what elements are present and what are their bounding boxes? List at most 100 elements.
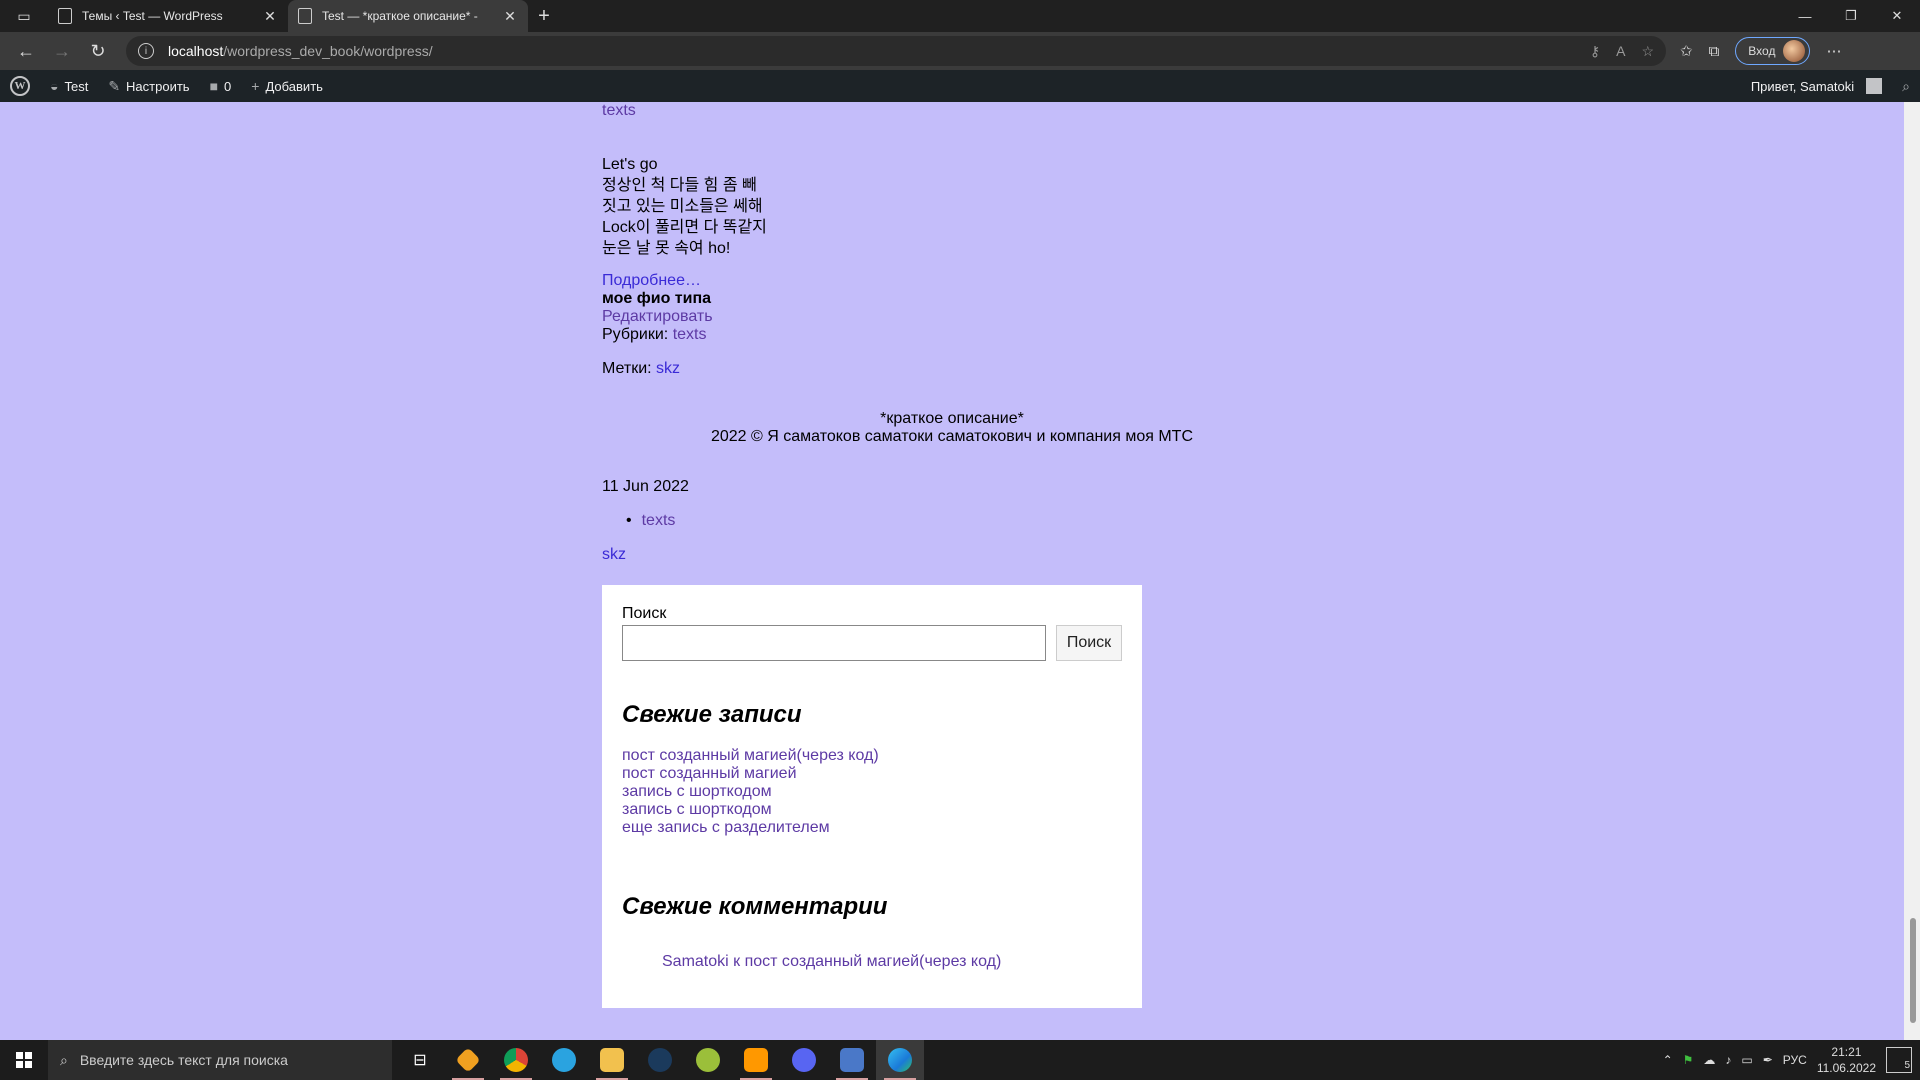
taskbar-apps: ⊟: [396, 1040, 924, 1080]
telegram-icon[interactable]: [540, 1040, 588, 1080]
tab-themes[interactable]: Темы ‹ Test — WordPress ✕: [48, 0, 288, 32]
recent-post-link[interactable]: запись с шорткодом: [622, 801, 772, 818]
recent-posts-list: пост созданный магией(через код) пост со…: [622, 747, 1122, 837]
wordpress-logo-icon: W: [10, 76, 30, 96]
comments-link[interactable]: ■ 0: [200, 70, 242, 102]
category-list-link[interactable]: texts: [642, 512, 676, 529]
chrome-icon[interactable]: [492, 1040, 540, 1080]
url-path: /wordpress_dev_book/wordpress/: [223, 43, 433, 59]
more-icon[interactable]: ⋯: [1826, 42, 1841, 60]
customize-link[interactable]: ✎ Настроить: [98, 70, 199, 102]
site-name-menu[interactable]: ◒ Test: [40, 70, 98, 102]
browser-toolbar: ← → ↻ i localhost/wordpress_dev_book/wor…: [0, 32, 1920, 70]
close-window-icon[interactable]: ✕: [1874, 0, 1920, 32]
close-icon[interactable]: ✕: [262, 8, 278, 25]
flag-icon[interactable]: ⚑: [1683, 1053, 1694, 1067]
comment-post-link[interactable]: пост созданный магией(через код): [745, 953, 1002, 970]
wp-admin-bar: W ◒ Test ✎ Настроить ■ 0 + Добавить Прив…: [0, 70, 1920, 102]
close-icon[interactable]: ✕: [502, 8, 518, 25]
restore-icon[interactable]: ❐: [1828, 0, 1874, 32]
scrollbar-thumb[interactable]: [1910, 918, 1916, 1023]
task-view-icon[interactable]: ⊟: [396, 1040, 444, 1080]
language-indicator[interactable]: РУС: [1783, 1053, 1807, 1067]
cloud-icon[interactable]: ☁: [1703, 1053, 1715, 1067]
recent-post-link[interactable]: пост созданный магией(через код): [622, 747, 879, 764]
brush-icon: ✎: [108, 77, 121, 94]
info-icon[interactable]: i: [138, 43, 154, 59]
comment-author-link[interactable]: Samatoki: [662, 953, 729, 970]
sidebar-widgets: Поиск Поиск Свежие записи пост созданный…: [602, 585, 1142, 1008]
read-aloud-icon[interactable]: A: [1616, 43, 1625, 60]
clock-time: 21:21: [1831, 1045, 1862, 1059]
category-top-link-wrap: texts: [602, 102, 636, 120]
category-top-link[interactable]: texts: [602, 102, 636, 119]
admin-search[interactable]: ⌕: [1892, 70, 1920, 102]
page-icon: [58, 8, 72, 24]
clock[interactable]: 21:21 11.06.2022: [1817, 1044, 1876, 1076]
game-app-icon[interactable]: [684, 1040, 732, 1080]
dashboard-icon: ◒: [50, 78, 59, 94]
add-new-label: Добавить: [265, 78, 323, 94]
recent-posts-title: Свежие записи: [622, 701, 802, 728]
add-new-menu[interactable]: + Добавить: [241, 70, 333, 102]
volume-icon[interactable]: ♪: [1725, 1053, 1731, 1067]
category-link[interactable]: texts: [673, 326, 707, 343]
search-icon: ⌕: [1902, 77, 1910, 94]
chevron-up-icon[interactable]: ⌃: [1663, 1053, 1673, 1067]
key-icon[interactable]: ⚷: [1590, 43, 1600, 60]
site-description: *краткое описание*: [880, 410, 1024, 427]
page-scrollbar[interactable]: [1904, 102, 1920, 1040]
edit-link[interactable]: Редактировать: [602, 308, 713, 325]
taskbar-search[interactable]: ⌕ Введите здесь текст для поиска: [48, 1040, 392, 1080]
post-author: мое фио типа: [602, 290, 712, 307]
start-button[interactable]: [0, 1040, 48, 1080]
tags-label: Метки:: [602, 360, 657, 377]
comment-bubble-icon: ■: [209, 78, 219, 94]
calculator-icon[interactable]: [828, 1040, 876, 1080]
wp-logo-menu[interactable]: W: [0, 70, 40, 102]
recent-comments-title: Свежие комментарии: [622, 893, 888, 920]
site-name: Test: [64, 78, 89, 94]
site-footer-info: *краткое описание* 2022 © Я саматоков са…: [602, 410, 1302, 446]
profile-label: Вход: [1748, 44, 1776, 58]
collections-icon[interactable]: ⧉: [1709, 43, 1720, 60]
category-list: • texts: [626, 512, 676, 530]
bullet-icon: •: [626, 512, 632, 529]
edge-icon[interactable]: [876, 1040, 924, 1080]
favorites-icon[interactable]: ✩: [1680, 42, 1693, 60]
file-explorer-icon[interactable]: [588, 1040, 636, 1080]
search-input[interactable]: [622, 625, 1046, 661]
network-icon[interactable]: ▭: [1741, 1053, 1752, 1067]
new-tab-button[interactable]: +: [528, 0, 560, 32]
profile-button[interactable]: Вход: [1735, 37, 1811, 65]
browser-tab-strip: ▭ Темы ‹ Test — WordPress ✕ Test — *крат…: [0, 0, 1920, 32]
add-favorite-icon[interactable]: ☆: [1641, 43, 1654, 60]
greeting: Привет, Samatoki: [1750, 78, 1855, 94]
search-icon: ⌕: [60, 1051, 68, 1068]
forward-button[interactable]: →: [44, 36, 80, 66]
recent-post-link[interactable]: еще запись с разделителем: [622, 819, 830, 836]
tab-actions-icon[interactable]: ▭: [0, 0, 48, 32]
url-host: localhost: [168, 43, 224, 59]
recent-post-link[interactable]: запись с шорткодом: [622, 783, 772, 800]
meta-tag-link[interactable]: skz: [602, 546, 626, 563]
back-button[interactable]: ←: [8, 36, 44, 66]
meta-tag-wrap: skz: [602, 546, 626, 564]
omnibox-icons: ⚷ A ☆: [1590, 43, 1654, 60]
refresh-button[interactable]: ↻: [80, 36, 116, 66]
pen-icon[interactable]: ✒: [1763, 1053, 1773, 1067]
recent-post-link[interactable]: пост созданный магией: [622, 765, 797, 782]
lyric-line: Let's go: [602, 156, 658, 173]
sublime-text-icon[interactable]: [732, 1040, 780, 1080]
my-account-menu[interactable]: Привет, Samatoki: [1741, 70, 1892, 102]
discord-icon[interactable]: [780, 1040, 828, 1080]
steam-icon[interactable]: [636, 1040, 684, 1080]
minimize-icon[interactable]: —: [1782, 0, 1828, 32]
git-app-icon[interactable]: [444, 1040, 492, 1080]
tag-link[interactable]: skz: [656, 360, 680, 377]
address-bar[interactable]: i localhost/wordpress_dev_book/wordpress…: [126, 36, 1666, 66]
tab-test[interactable]: Test — *краткое описание* - ✕: [288, 0, 528, 32]
notification-icon[interactable]: 5: [1886, 1047, 1912, 1073]
read-more-link[interactable]: Подробнее…: [602, 272, 701, 289]
search-button[interactable]: Поиск: [1056, 625, 1122, 661]
